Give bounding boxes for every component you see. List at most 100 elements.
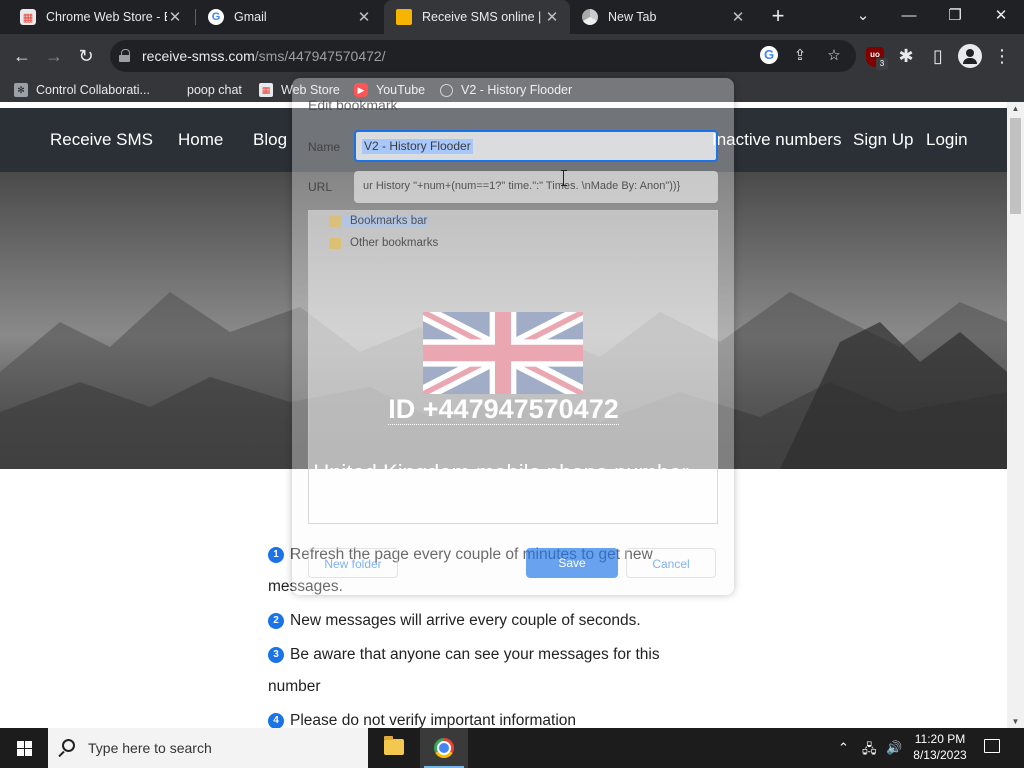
- tab-new-tab[interactable]: New Tab ✕: [570, 0, 756, 34]
- nav-link-sign-up[interactable]: Sign Up: [853, 130, 913, 150]
- folder-icon: [329, 215, 341, 227]
- system-clock[interactable]: 11:20 PM 8/13/2023: [906, 731, 974, 763]
- extension-badge: 3: [876, 58, 888, 70]
- folder-label: Other bookmarks: [350, 237, 439, 249]
- profile-avatar[interactable]: [958, 44, 982, 68]
- bookmark-blank-icon: [165, 83, 179, 97]
- reload-icon[interactable]: ↻: [74, 44, 98, 68]
- file-explorer-icon: [384, 736, 404, 755]
- chrome-icon: [582, 9, 598, 25]
- tab-receive-sms[interactable]: Receive SMS online | Te ✕: [384, 0, 570, 34]
- dialog-title: Edit bookmark: [308, 97, 398, 113]
- scroll-up-arrow-icon[interactable]: ▲: [1007, 104, 1024, 113]
- close-icon[interactable]: ✕: [544, 8, 560, 26]
- show-hidden-icons-chevron-icon[interactable]: ⌃: [838, 740, 849, 756]
- scroll-down-arrow-icon[interactable]: ▼: [1007, 717, 1024, 726]
- url-label: URL: [308, 180, 333, 194]
- nav-link-blog[interactable]: Blog: [253, 130, 287, 150]
- nav-brand[interactable]: Receive SMS: [50, 130, 153, 150]
- nav-link-home[interactable]: Home: [178, 130, 223, 150]
- window-close-button[interactable]: ✕: [978, 0, 1024, 34]
- tab-gmail[interactable]: G Gmail ✕: [196, 0, 382, 34]
- network-icon[interactable]: 🖧: [862, 740, 877, 762]
- url-text: receive-smss.com/sms/447947570472/: [142, 48, 386, 64]
- url-path: /sms/447947570472/: [254, 48, 386, 64]
- search-placeholder: Type here to search: [88, 740, 212, 756]
- side-panel-icon[interactable]: ▯: [926, 44, 950, 68]
- browser-toolbar: ← → ↻ receive-smss.com/sms/447947570472/…: [0, 34, 1024, 78]
- restore-button[interactable]: ❐: [932, 0, 978, 34]
- selected-name-text: V2 - History Flooder: [362, 139, 473, 154]
- bookmark-label: poop chat: [187, 83, 242, 97]
- forward-arrow-icon[interactable]: →: [42, 44, 66, 68]
- edit-bookmark-dialog: Edit bookmark Name V2 - History Flooder …: [292, 78, 734, 595]
- bookmark-app-icon: ✻: [14, 83, 28, 97]
- bookmark-star-icon[interactable]: ☆: [824, 46, 844, 66]
- lock-icon[interactable]: [119, 49, 130, 62]
- step-text: Be aware that anyone can see your messag…: [268, 646, 660, 695]
- folder-icon: [329, 237, 341, 249]
- close-icon[interactable]: ✕: [730, 8, 746, 26]
- tab-strip: ▦ Chrome Web Store - Ex ✕ G Gmail ✕ Rece…: [0, 0, 1024, 34]
- minimize-button[interactable]: —: [886, 0, 932, 34]
- list-item: 4 Please do not verify important informat…: [268, 705, 708, 728]
- new-folder-button[interactable]: New folder: [308, 548, 398, 578]
- tab-chrome-web-store[interactable]: ▦ Chrome Web Store - Ex ✕: [8, 0, 193, 34]
- tab-title: New Tab: [608, 10, 657, 24]
- close-icon[interactable]: ✕: [167, 8, 183, 26]
- bookmark-name-input[interactable]: V2 - History Flooder: [354, 130, 718, 162]
- tab-title: Gmail: [234, 10, 267, 24]
- step-number-icon: 3: [268, 647, 284, 663]
- list-item: 3 Be aware that anyone can see your messa…: [268, 639, 708, 703]
- share-icon[interactable]: ⇪: [790, 46, 810, 66]
- bookmark-item[interactable]: ✻ Control Collaborati...: [14, 81, 150, 99]
- back-arrow-icon[interactable]: ←: [10, 44, 34, 68]
- windows-taskbar: Type here to search ⌃ 🖧 🔊 11:20 PM 8/13/…: [0, 728, 1024, 768]
- chrome-icon: [434, 738, 454, 758]
- bookmark-url-input[interactable]: ur History "+num+(num==1?" time.":" Time…: [354, 171, 718, 203]
- search-icon: [62, 739, 75, 752]
- page-scrollbar[interactable]: ▲ ▼: [1007, 102, 1024, 728]
- folder-label: Bookmarks bar: [350, 215, 428, 227]
- nav-link-login[interactable]: Login: [926, 130, 968, 150]
- folder-item-bookmarks-bar[interactable]: Bookmarks bar: [329, 215, 428, 227]
- receive-sms-icon: [396, 9, 412, 25]
- step-text: New messages will arrive every couple of…: [290, 612, 641, 629]
- step-text: Please do not verify important informati…: [290, 712, 577, 728]
- folder-item-other-bookmarks[interactable]: Other bookmarks: [329, 237, 438, 249]
- name-label: Name: [308, 140, 341, 154]
- notification-center-icon[interactable]: [984, 739, 1000, 753]
- step-number-icon: 4: [268, 713, 284, 728]
- url-host: receive-smss.com: [142, 48, 255, 64]
- save-button[interactable]: Save: [526, 548, 618, 578]
- bookmark-item[interactable]: poop chat: [165, 81, 242, 99]
- tab-title: Receive SMS online | Te: [422, 10, 544, 24]
- google-lens-icon[interactable]: G: [760, 46, 778, 64]
- new-tab-button[interactable]: +: [766, 5, 790, 29]
- clock-time: 11:20 PM: [914, 732, 966, 746]
- windows-start-icon[interactable]: [0, 728, 48, 768]
- chrome-web-store-icon: ▦: [259, 83, 273, 97]
- google-icon: G: [208, 9, 224, 25]
- close-icon[interactable]: ✕: [356, 8, 372, 26]
- url-value-text: ur History "+num+(num==1?" time.":" Time…: [363, 180, 681, 192]
- taskbar-search-box[interactable]: Type here to search: [48, 728, 368, 768]
- list-item: 2 New messages will arrive every couple o…: [268, 605, 708, 637]
- address-bar[interactable]: receive-smss.com/sms/447947570472/ G ⇪ ☆: [110, 40, 856, 72]
- file-explorer-button[interactable]: [370, 728, 418, 768]
- volume-icon[interactable]: 🔊: [886, 740, 902, 756]
- chrome-taskbar-button[interactable]: [420, 728, 468, 768]
- folder-tree[interactable]: Bookmarks bar Other bookmarks: [308, 210, 718, 524]
- menu-kebab-icon[interactable]: ⋮: [990, 44, 1014, 68]
- clock-date: 8/13/2023: [913, 748, 967, 762]
- step-number-icon: 2: [268, 613, 284, 629]
- step-number-icon: 1: [268, 547, 284, 563]
- cancel-button[interactable]: Cancel: [626, 548, 716, 578]
- extensions-puzzle-icon[interactable]: ✱: [894, 44, 918, 68]
- scrollbar-thumb[interactable]: [1010, 118, 1021, 214]
- tab-search-chevron-icon[interactable]: ⌄: [840, 0, 886, 34]
- chrome-web-store-icon: ▦: [20, 9, 36, 25]
- bookmark-label: Control Collaborati...: [36, 83, 150, 97]
- text-cursor-icon: [561, 170, 569, 186]
- tab-title: Chrome Web Store - Ex: [46, 10, 167, 24]
